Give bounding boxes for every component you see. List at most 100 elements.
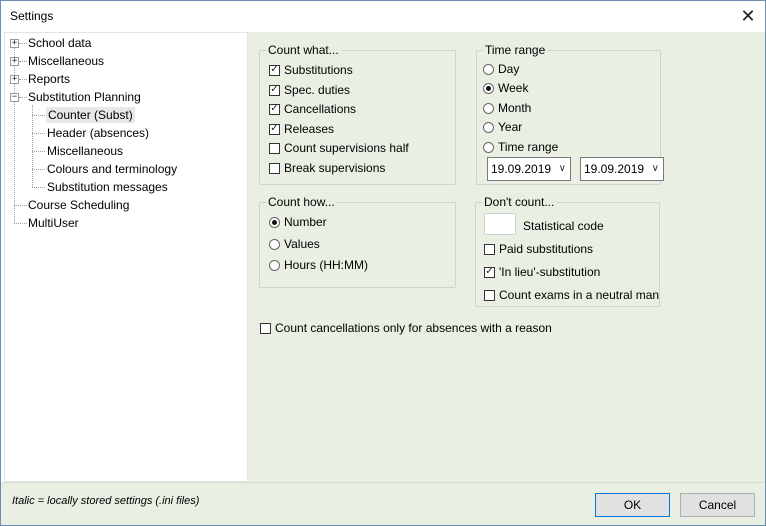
paid-substitutions-checkbox[interactable]: Paid substitutions [484,241,593,257]
dont-count-title: Don't count... [482,195,557,209]
radio-label: Hours (HH:MM) [284,258,368,272]
break-supervisions-checkbox[interactable]: Break supervisions [269,160,385,176]
window-title: Settings [10,9,54,23]
radio-circle [269,259,280,271]
count-exams-neutral-checkbox[interactable]: Count exams in a neutral man [484,287,659,303]
releases-checkbox[interactable]: ✓ Releases [269,121,334,137]
close-icon[interactable]: ✕ [731,1,765,31]
check-icon: ✓ [269,103,280,115]
title-bar: Settings ✕ [1,1,765,31]
radio-label: Month [498,101,532,115]
to-date-picker[interactable]: 19.09.2019 ∨ [580,157,664,181]
dialog-footer: Italic = locally stored settings (.ini f… [1,482,765,525]
expand-icon[interactable]: + [10,39,19,48]
substitutions-checkbox[interactable]: ✓ Substitutions [269,62,353,78]
tree-item-multiuser[interactable]: MultiUser [28,215,79,231]
radio-circle [269,216,280,228]
tree-connector [14,223,27,224]
tree-connector [19,79,27,80]
radio-label: Year [498,120,523,134]
tree-connector [32,105,33,187]
chevron-down-icon[interactable]: ∨ [652,158,659,180]
cancel-button[interactable]: Cancel [680,493,755,517]
tree-connector [14,43,15,223]
tree-item-substitution-planning[interactable]: Substitution Planning [28,89,141,105]
radio-circle [483,141,494,153]
day-radio[interactable]: Day [483,61,519,77]
checkbox-label: Count exams in a neutral man [499,288,660,302]
tree-connector [19,61,27,62]
time-range-radio[interactable]: Time range [483,139,558,155]
expand-icon[interactable]: + [10,57,19,66]
count-how-title: Count how... [266,195,337,209]
footer-note: Italic = locally stored settings (.ini f… [12,495,200,507]
spec-duties-checkbox[interactable]: ✓ Spec. duties [269,82,350,98]
checkbox-box [484,243,495,255]
radio-label: Number [284,215,327,229]
checkbox-box [260,322,271,334]
tree-connector [32,151,45,152]
tree-item-sp-miscellaneous[interactable]: Miscellaneous [47,143,123,159]
hours-radio[interactable]: Hours (HH:MM) [269,257,368,273]
count-what-title: Count what... [266,43,341,57]
radio-circle [269,238,280,250]
tree-connector [32,115,45,116]
tree-connector [32,133,45,134]
dont-count-group: Don't count... Statistical code Paid sub… [475,195,660,307]
checkbox-label: 'In lieu'-substitution [499,265,601,279]
tree-connector [19,97,27,98]
tree-connector [32,169,45,170]
tree-connector [14,205,27,206]
check-icon: ✓ [269,84,280,96]
count-supervisions-half-checkbox[interactable]: Count supervisions half [269,140,409,156]
checkbox-label: Substitutions [284,63,353,77]
radio-circle [483,102,494,114]
number-radio[interactable]: Number [269,214,327,230]
tree-item-course-scheduling[interactable]: Course Scheduling [28,197,129,213]
tree-item-counter-subst[interactable]: Counter (Subst) [46,107,135,123]
checkbox-label: Count supervisions half [284,141,409,155]
check-icon: ✓ [269,64,280,76]
checkbox-box [484,289,495,301]
chevron-down-icon[interactable]: ∨ [559,158,566,180]
radio-label: Values [284,237,320,251]
tree-item-substitution-messages[interactable]: Substitution messages [47,179,168,195]
check-icon: ✓ [484,266,495,278]
time-range-title: Time range [483,43,548,57]
collapse-icon[interactable]: − [10,93,19,102]
radio-circle [483,82,494,94]
radio-circle [483,63,494,75]
year-radio[interactable]: Year [483,119,522,135]
from-date-value: 19.09.2019 [491,162,552,176]
checkbox-label: Count cancellations only for absences wi… [275,321,552,335]
checkbox-label: Cancellations [284,102,357,116]
tree-connector [32,187,45,188]
check-icon: ✓ [269,123,280,135]
from-date-picker[interactable]: 19.09.2019 ∨ [487,157,571,181]
checkbox-label: Releases [284,122,335,136]
tree-item-header-absences[interactable]: Header (absences) [47,125,149,141]
tree-item-miscellaneous[interactable]: Miscellaneous [28,53,104,69]
settings-tree[interactable]: + + + − School data Miscellaneous Report… [4,32,248,482]
checkbox-box [269,162,280,174]
in-lieu-substitution-checkbox[interactable]: ✓ 'In lieu'-substitution [484,264,600,280]
cancellations-checkbox[interactable]: ✓ Cancellations [269,101,356,117]
statistical-code-input[interactable] [484,213,516,235]
count-what-group: Count what... ✓ Substitutions ✓ Spec. duti… [259,43,456,185]
ok-button[interactable]: OK [595,493,670,517]
tree-item-colours-terminology[interactable]: Colours and terminology [47,161,177,177]
month-radio[interactable]: Month [483,100,531,116]
time-range-group: Time range Day Week Month Year Time rang… [476,43,664,185]
checkbox-label: Break supervisions [284,161,386,175]
tree-item-school-data[interactable]: School data [28,35,91,51]
settings-panel: Count what... ✓ Substitutions ✓ Spec. duti… [248,32,765,482]
week-radio[interactable]: Week [483,80,528,96]
values-radio[interactable]: Values [269,236,320,252]
expand-icon[interactable]: + [10,75,19,84]
tree-item-reports[interactable]: Reports [28,71,70,87]
checkbox-label: Paid substitutions [499,242,594,256]
count-cancellations-reason-checkbox[interactable]: Count cancellations only for absences wi… [260,320,552,336]
settings-dialog: Settings ✕ + + + − School data Miscellan… [0,0,766,526]
tree-connector [19,43,27,44]
checkbox-box [269,142,280,154]
